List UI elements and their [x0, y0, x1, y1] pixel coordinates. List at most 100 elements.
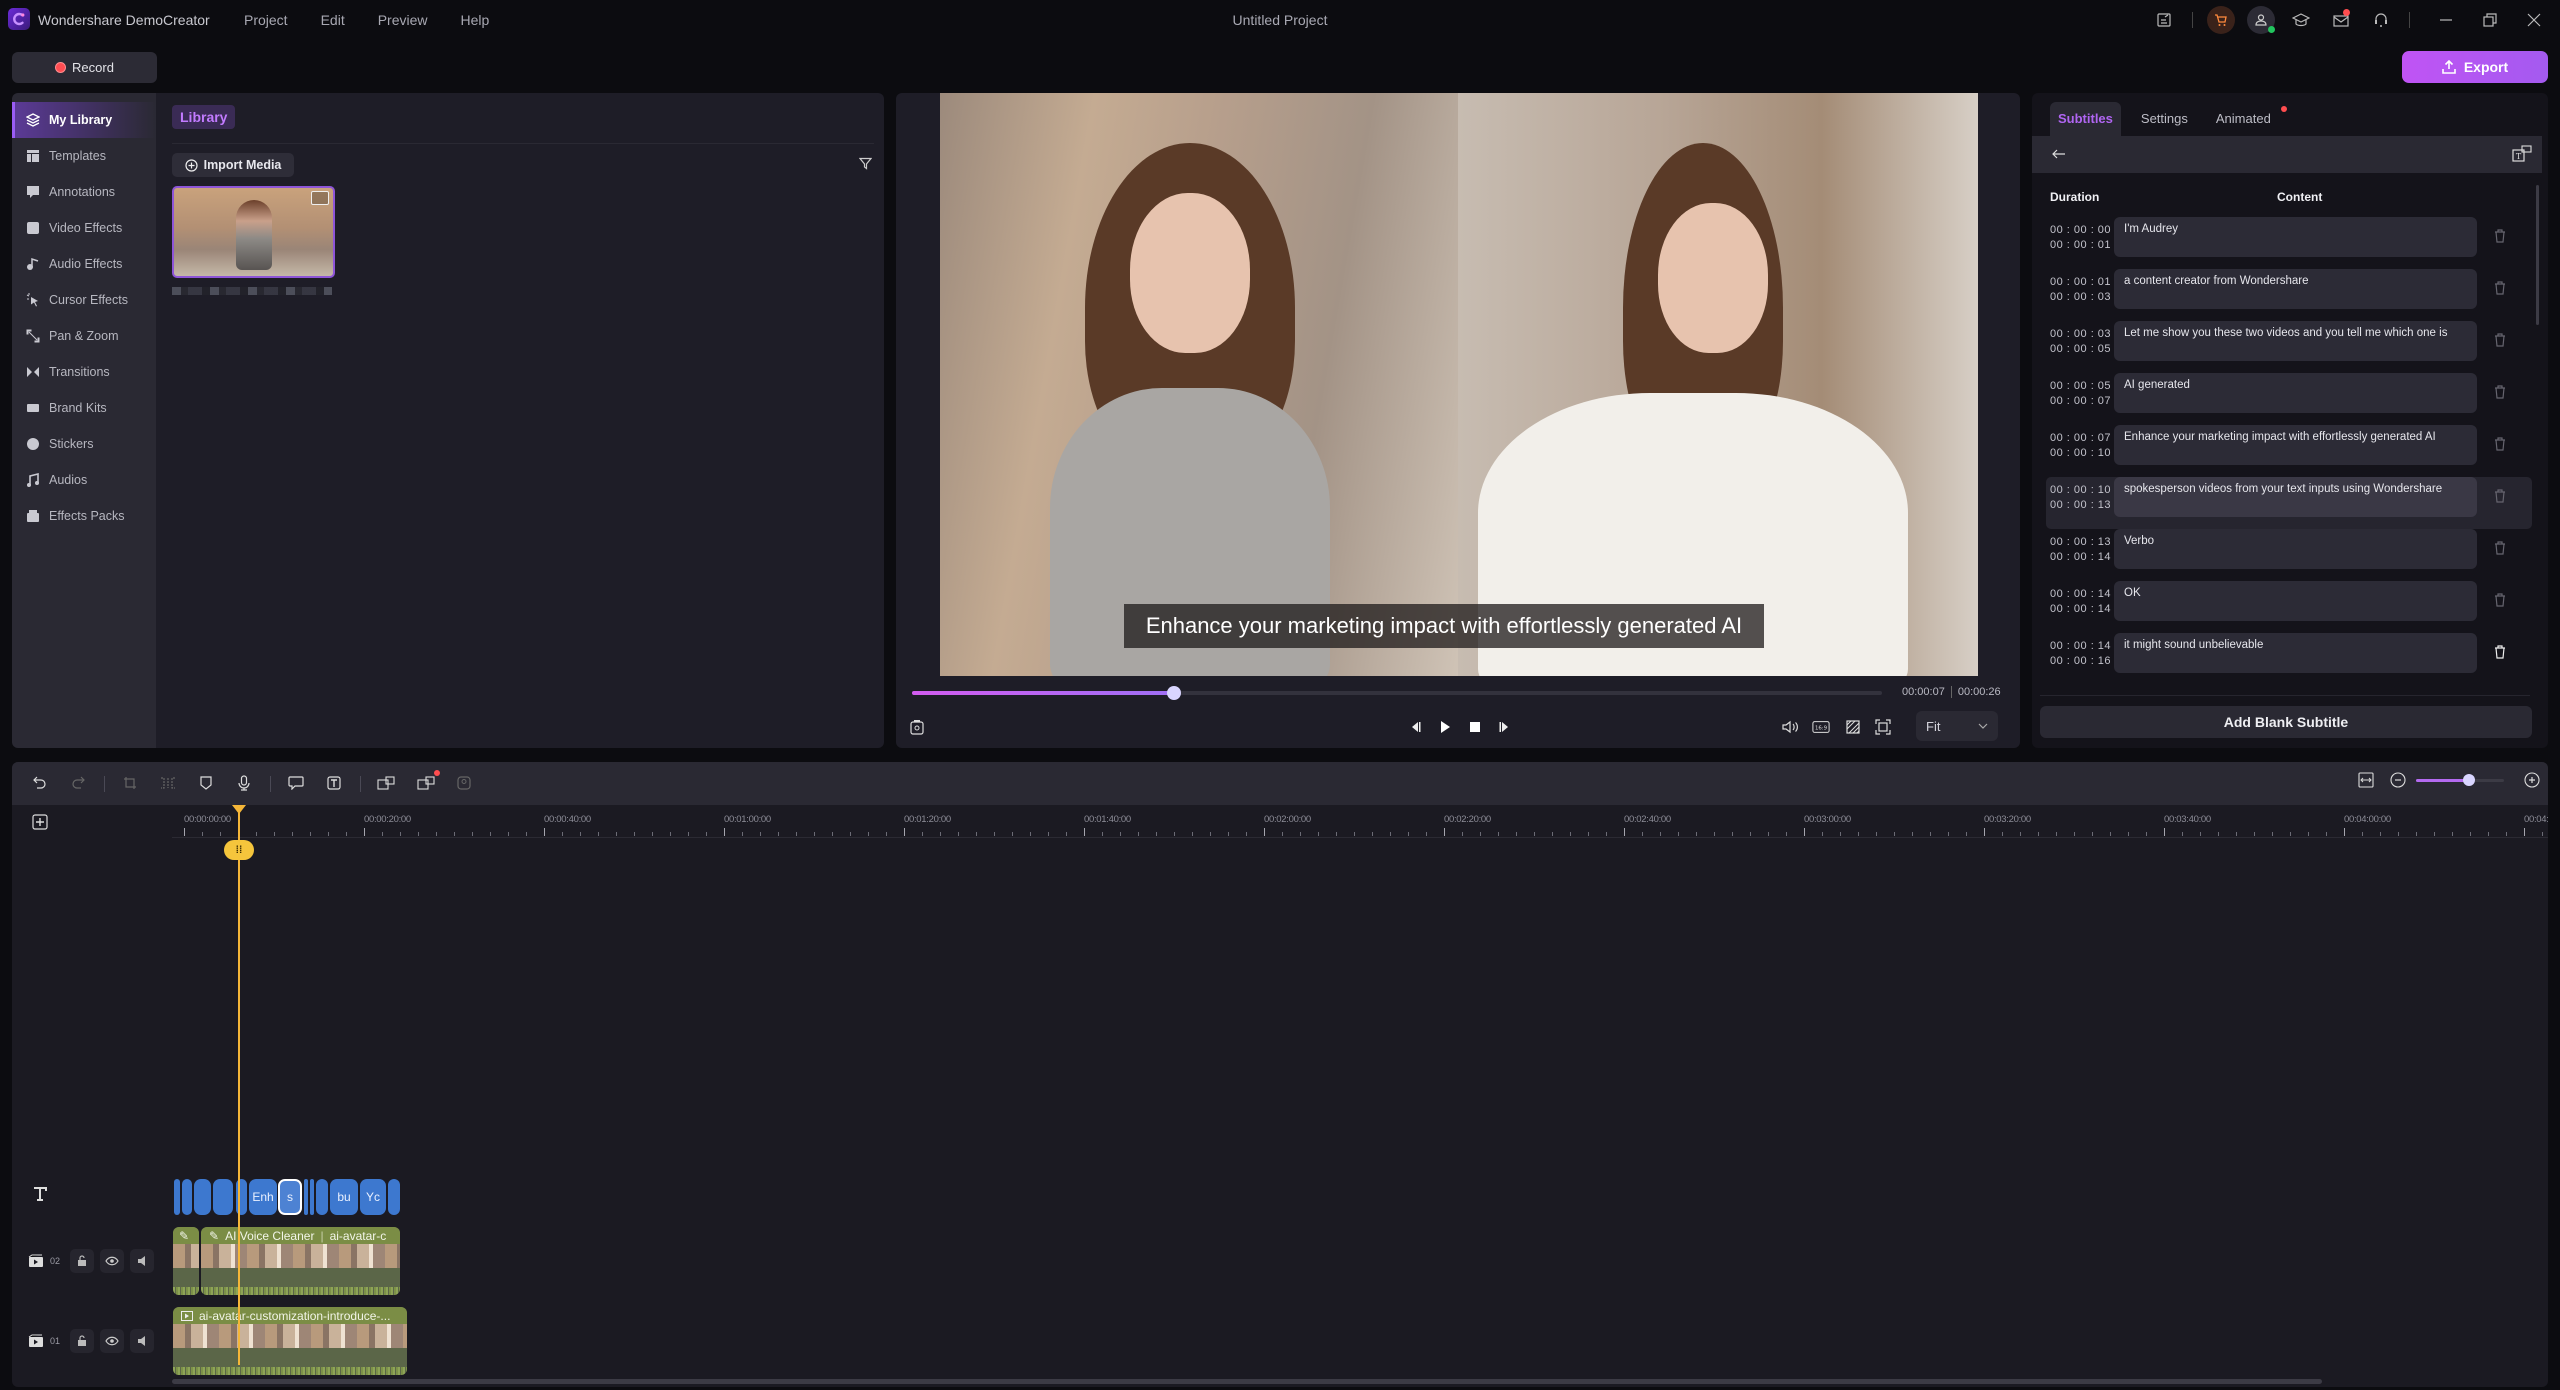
- sidebar-item-audio-effects[interactable]: Audio Effects: [12, 246, 156, 282]
- subtitle-end[interactable]: 00 : 00 : 14: [2050, 550, 2111, 565]
- subtitle-row[interactable]: 00 : 00 : 00 00 : 00 : 01 I'm Audrey: [2046, 217, 2532, 269]
- subtitle-row[interactable]: 00 : 00 : 05 00 : 00 : 07 AI generated: [2046, 373, 2532, 425]
- subtitle-start[interactable]: 00 : 00 : 14: [2050, 587, 2111, 602]
- playback-progress[interactable]: [912, 686, 1882, 700]
- subtitle-row[interactable]: 00 : 00 : 10 00 : 00 : 13 spokesperson vid…: [2046, 477, 2532, 529]
- subtitle-text-input[interactable]: Enhance your marketing impact with effor…: [2114, 425, 2477, 465]
- split-icon[interactable]: [158, 773, 178, 793]
- subtitle-end[interactable]: 00 : 00 : 05: [2050, 342, 2111, 357]
- import-media-button[interactable]: Import Media: [172, 153, 294, 177]
- trash-icon[interactable]: [2494, 281, 2506, 295]
- subtitle-row[interactable]: 00 : 00 : 14 00 : 00 : 14 OK: [2046, 581, 2532, 633]
- tab-subtitles[interactable]: Subtitles: [2050, 102, 2121, 136]
- video-clip-track1[interactable]: ai-avatar-customization-introduce-...: [173, 1307, 407, 1375]
- sidebar-item-audios[interactable]: Audios: [12, 462, 156, 498]
- add-track-icon[interactable]: [32, 814, 48, 830]
- subtitle-clip[interactable]: [388, 1179, 400, 1215]
- subtitle-clip[interactable]: Yc: [360, 1179, 386, 1215]
- volume-icon[interactable]: [1782, 718, 1800, 736]
- auto-subtitle-icon[interactable]: [376, 773, 396, 793]
- minimize-icon[interactable]: [2432, 6, 2460, 34]
- subtitle-text-input[interactable]: a content creator from Wondershare: [2114, 269, 2477, 309]
- subtitle-end[interactable]: 00 : 00 : 10: [2050, 446, 2111, 461]
- subtitle-text-input[interactable]: AI generated: [2114, 373, 2477, 413]
- subtitle-times[interactable]: 00 : 00 : 07 00 : 00 : 10: [2050, 431, 2111, 461]
- subtitle-row[interactable]: 00 : 00 : 14 00 : 00 : 16 it might sound u…: [2046, 633, 2532, 685]
- subtitle-scrollbar[interactable]: [2536, 185, 2539, 325]
- trash-icon[interactable]: [2494, 229, 2506, 243]
- support-icon[interactable]: [2367, 6, 2395, 34]
- eye-icon[interactable]: [100, 1329, 125, 1353]
- zoom-handle[interactable]: [2462, 773, 2475, 786]
- record-button[interactable]: Record: [12, 52, 157, 83]
- subtitle-row[interactable]: 00 : 00 : 07 00 : 00 : 10 Enhance your mar…: [2046, 425, 2532, 477]
- video-clip-small[interactable]: ✎: [173, 1227, 199, 1295]
- tab-settings[interactable]: Settings: [2133, 102, 2196, 136]
- subtitle-row[interactable]: 00 : 00 : 01 00 : 00 : 03 a content creato…: [2046, 269, 2532, 321]
- subtitle-row[interactable]: 00 : 00 : 03 00 : 00 : 05 Let me show you …: [2046, 321, 2532, 373]
- close-icon[interactable]: [2520, 6, 2548, 34]
- subtitle-clip[interactable]: s: [278, 1179, 302, 1215]
- mail-icon[interactable]: [2327, 6, 2355, 34]
- subtitle-text-input[interactable]: I'm Audrey: [2114, 217, 2477, 257]
- trash-icon[interactable]: [2494, 593, 2506, 607]
- subtitle-clip[interactable]: [182, 1179, 192, 1215]
- subtitle-clip[interactable]: [310, 1179, 314, 1215]
- subtitle-text-input[interactable]: it might sound unbelievable: [2114, 633, 2477, 673]
- zoom-slider[interactable]: [2416, 773, 2504, 786]
- subtitle-end[interactable]: 00 : 00 : 07: [2050, 394, 2111, 409]
- subtitle-end[interactable]: 00 : 00 : 01: [2050, 238, 2111, 253]
- subtitle-clip[interactable]: [316, 1179, 328, 1215]
- timeline-scrollbar[interactable]: [172, 1379, 2322, 1384]
- undo-icon[interactable]: [30, 773, 50, 793]
- subtitle-overlay[interactable]: Enhance your marketing impact with effor…: [1124, 604, 1764, 648]
- notes-icon[interactable]: [2150, 6, 2178, 34]
- trash-icon[interactable]: [2494, 489, 2506, 503]
- subtitle-start[interactable]: 00 : 00 : 03: [2050, 327, 2111, 342]
- subtitle-text-input[interactable]: Let me show you these two videos and you…: [2114, 321, 2477, 361]
- next-frame-icon[interactable]: [1496, 718, 1514, 736]
- marker-icon[interactable]: [196, 773, 216, 793]
- subtitle-row[interactable]: 00 : 00 : 13 00 : 00 : 14 Verbo: [2046, 529, 2532, 581]
- trash-icon[interactable]: [2494, 385, 2506, 399]
- lock-icon[interactable]: [70, 1329, 95, 1353]
- subtitle-template-icon[interactable]: [416, 770, 440, 793]
- media-thumbnail[interactable]: [172, 186, 335, 278]
- annotation-bubble-icon[interactable]: [286, 773, 306, 793]
- sidebar-item-templates[interactable]: Templates: [12, 138, 156, 174]
- sidebar-item-transitions[interactable]: Transitions: [12, 354, 156, 390]
- subtitle-end[interactable]: 00 : 00 : 14: [2050, 602, 2111, 617]
- sidebar-item-pan-zoom[interactable]: Pan & Zoom: [12, 318, 156, 354]
- tutorial-icon[interactable]: [2287, 6, 2315, 34]
- back-arrow-icon[interactable]: [2052, 148, 2066, 160]
- progress-handle[interactable]: [1166, 686, 1181, 700]
- subtitle-clip[interactable]: [194, 1179, 211, 1215]
- playhead-handle[interactable]: [232, 805, 246, 814]
- restore-icon[interactable]: [2476, 6, 2504, 34]
- microphone-icon[interactable]: [234, 773, 254, 793]
- aspect-ratio-icon[interactable]: 16:9: [1812, 718, 1830, 736]
- subtitle-start[interactable]: 00 : 00 : 13: [2050, 535, 2111, 550]
- subtitle-text-input[interactable]: spokesperson videos from your text input…: [2114, 477, 2477, 517]
- add-blank-subtitle-button[interactable]: Add Blank Subtitle: [2040, 706, 2532, 738]
- text-icon[interactable]: [324, 773, 344, 793]
- subtitle-times[interactable]: 00 : 00 : 00 00 : 00 : 01: [2050, 223, 2111, 253]
- prev-frame-icon[interactable]: [1406, 718, 1424, 736]
- snapshot-icon[interactable]: [908, 718, 926, 736]
- speaker-icon[interactable]: [130, 1249, 155, 1273]
- playhead[interactable]: [238, 805, 240, 1365]
- subtitle-clip[interactable]: [213, 1179, 233, 1215]
- subtitle-times[interactable]: 00 : 00 : 03 00 : 00 : 05: [2050, 327, 2111, 357]
- redo-icon[interactable]: [68, 773, 88, 793]
- subtitle-end[interactable]: 00 : 00 : 03: [2050, 290, 2111, 305]
- zoom-in-icon[interactable]: [2524, 772, 2540, 788]
- subtitle-start[interactable]: 00 : 00 : 01: [2050, 275, 2111, 290]
- eye-icon[interactable]: [100, 1249, 125, 1273]
- filter-icon[interactable]: [859, 157, 872, 170]
- subtitle-times[interactable]: 00 : 00 : 14 00 : 00 : 14: [2050, 587, 2111, 617]
- subtitle-end[interactable]: 00 : 00 : 13: [2050, 498, 2111, 513]
- subtitle-times[interactable]: 00 : 00 : 13 00 : 00 : 14: [2050, 535, 2111, 565]
- sidebar-item-cursor-effects[interactable]: Cursor Effects: [12, 282, 156, 318]
- subtitle-style-icon[interactable]: T: [2512, 145, 2532, 163]
- subtitle-times[interactable]: 00 : 00 : 05 00 : 00 : 07: [2050, 379, 2111, 409]
